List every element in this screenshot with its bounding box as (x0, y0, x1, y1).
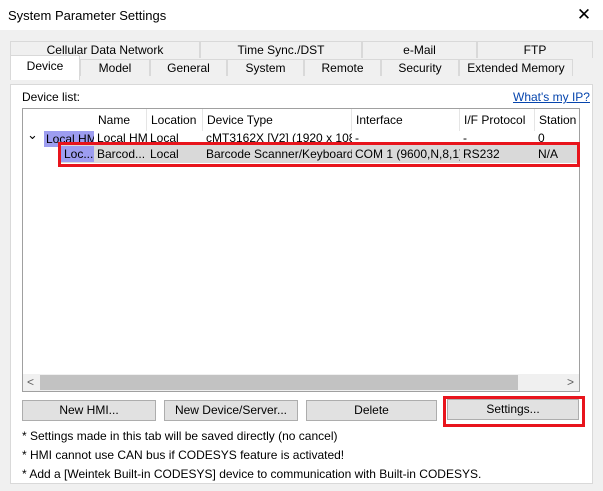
tab-security[interactable]: Security (381, 59, 459, 76)
scroll-left-icon[interactable]: < (27, 374, 34, 391)
note-line: * HMI cannot use CAN bus if CODESYS feat… (22, 448, 345, 462)
new-hmi-button[interactable]: New HMI... (22, 400, 156, 421)
tab-model[interactable]: Model (80, 59, 150, 76)
note-line: * Add a [Weintek Built-in CODESYS] devic… (22, 467, 482, 481)
column-header-device-type[interactable]: Device Type (203, 109, 352, 131)
chevron-down-icon[interactable]: ⌄ (27, 130, 38, 143)
tab-general[interactable]: General (150, 59, 227, 76)
highlight-selected-row (58, 142, 580, 167)
column-header-interface[interactable]: Interface (352, 109, 460, 131)
tab-row-top: Cellular Data Network Time Sync./DST e-M… (10, 41, 593, 58)
device-list-label: Device list: (22, 90, 81, 104)
tab-ftp[interactable]: FTP (477, 41, 593, 58)
window-title: System Parameter Settings (8, 8, 167, 23)
highlight-settings-button (443, 396, 585, 427)
tab-remote[interactable]: Remote (304, 59, 381, 76)
scrollbar-thumb[interactable] (40, 375, 518, 390)
column-header-if-protocol[interactable]: I/F Protocol (460, 109, 535, 131)
delete-button[interactable]: Delete (306, 400, 437, 421)
tab-device[interactable]: Device (10, 55, 80, 80)
note-line: * Settings made in this tab will be save… (22, 429, 338, 443)
tab-system[interactable]: System (227, 59, 304, 76)
whats-my-ip-link[interactable]: What's my IP? (513, 90, 590, 104)
tab-row-bottom: Device Model General System Remote Secur… (10, 55, 573, 80)
scroll-right-icon[interactable]: > (567, 374, 574, 391)
horizontal-scrollbar[interactable]: < > (23, 374, 579, 391)
close-icon: ✕ (576, 5, 592, 24)
column-header-location[interactable]: Location (147, 109, 203, 131)
tab-extended-memory[interactable]: Extended Memory (459, 59, 573, 76)
title-bar: System Parameter Settings ✕ (0, 0, 603, 30)
tab-time-sync-dst[interactable]: Time Sync./DST (200, 41, 362, 58)
tab-email[interactable]: e-Mail (362, 41, 477, 58)
close-button[interactable]: ✕ (570, 2, 598, 28)
new-device-server-button[interactable]: New Device/Server... (164, 400, 298, 421)
column-header-name[interactable]: Name (94, 109, 147, 131)
column-header-station[interactable]: Station N (535, 109, 579, 131)
